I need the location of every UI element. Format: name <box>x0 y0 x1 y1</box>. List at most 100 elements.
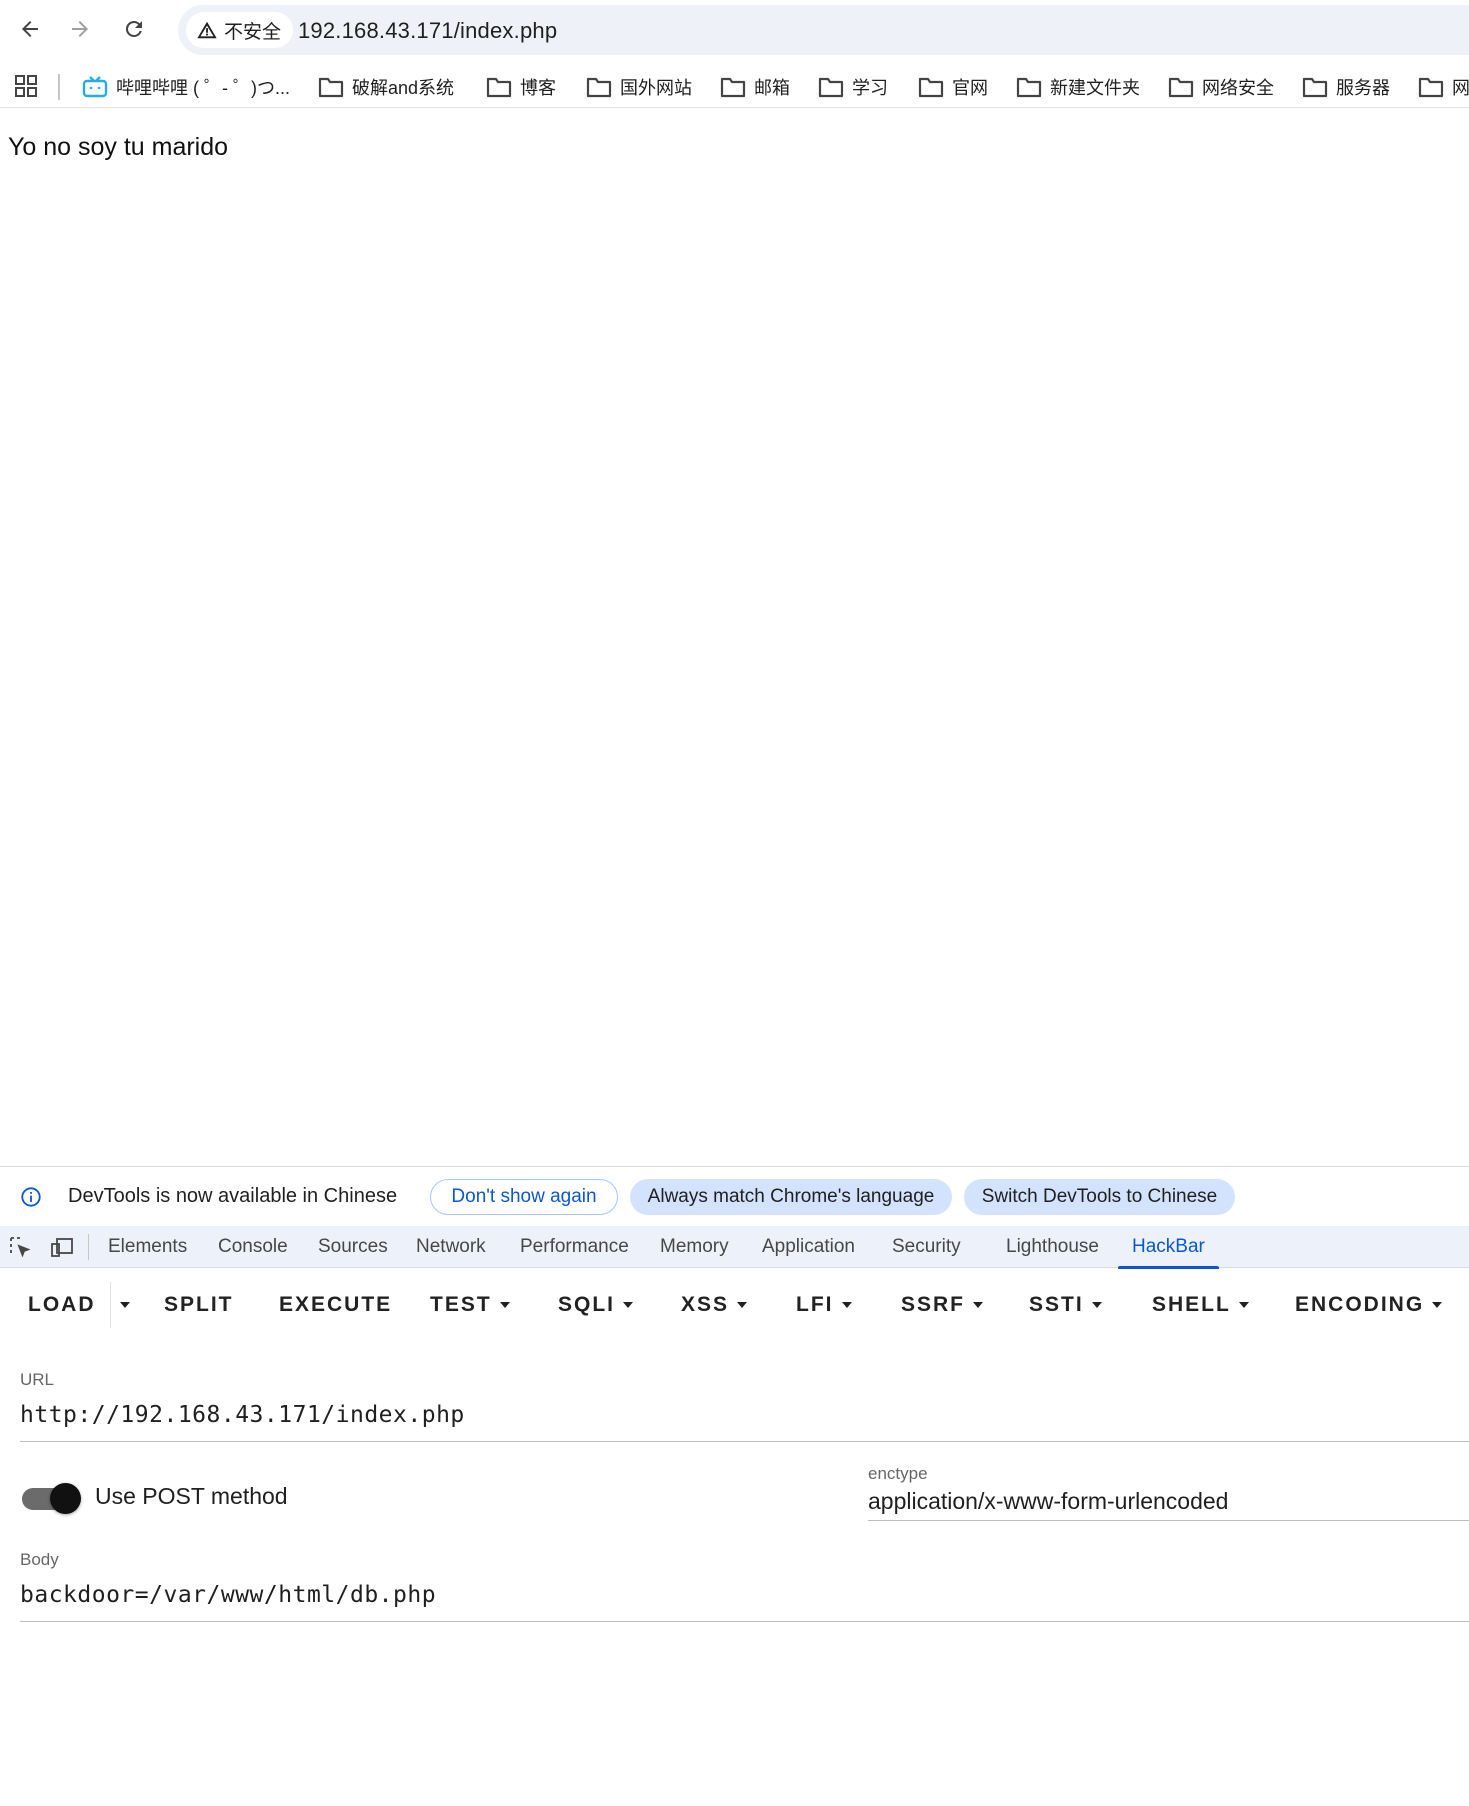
bookmark-label: 哔哩哔哩 ( ゜- ゜)つ... <box>116 78 290 98</box>
folder-icon <box>586 77 612 98</box>
execute-button[interactable]: EXECUTE <box>279 1290 392 1320</box>
device-toolbar-icon[interactable] <box>50 1235 74 1259</box>
load-button[interactable]: LOAD <box>28 1290 96 1320</box>
test-button-label: TEST <box>430 1293 492 1316</box>
caret-down-icon <box>1432 1302 1443 1308</box>
tab-lighthouse[interactable]: Lighthouse <box>1006 1226 1099 1268</box>
always-match-language-button[interactable]: Always match Chrome's language <box>630 1179 952 1215</box>
folder-icon <box>486 77 512 98</box>
folder-icon <box>1016 77 1042 98</box>
tab-console[interactable]: Console <box>218 1226 288 1268</box>
load-split-divider <box>110 1282 111 1328</box>
address-text[interactable]: 192.168.43.171/index.php <box>298 18 557 44</box>
ssrf-button-label: SSRF <box>901 1293 966 1316</box>
encoding-menu-button[interactable]: ENCODING <box>1295 1290 1443 1320</box>
sqli-menu-button[interactable]: SQLI <box>558 1290 634 1320</box>
folder-icon <box>1302 77 1328 98</box>
bookmark-label: 学习 <box>852 78 888 98</box>
switch-devtools-chinese-button[interactable]: Switch DevTools to Chinese <box>964 1179 1235 1215</box>
banner-message: DevTools is now available in Chinese <box>68 1185 398 1207</box>
bookmark-folder[interactable]: 国外网站 <box>586 72 692 102</box>
body-field-underline <box>20 1621 1469 1622</box>
bookmark-folder[interactable]: 学习 <box>818 72 888 102</box>
url-field-label: URL <box>20 1370 55 1389</box>
test-menu-button[interactable]: TEST <box>430 1290 510 1320</box>
bookmark-label: 博客 <box>520 78 556 98</box>
bookmark-label: 破解and系统 <box>352 78 455 98</box>
encoding-button-label: ENCODING <box>1295 1293 1425 1316</box>
shell-button-label: SHELL <box>1152 1293 1231 1316</box>
body-field-label: Body <box>20 1550 59 1569</box>
folder-icon <box>318 77 344 98</box>
url-field-underline <box>20 1441 1469 1442</box>
bookmark-folder[interactable]: 破解and系统 <box>318 72 454 102</box>
bookmark-folder[interactable]: 博客 <box>486 72 556 102</box>
tab-memory[interactable]: Memory <box>660 1226 729 1268</box>
security-chip-label: 不安全 <box>224 21 282 43</box>
sqli-button-label: SQLI <box>558 1293 616 1316</box>
bookmark-folder[interactable]: 官网 <box>918 72 988 102</box>
xss-menu-button[interactable]: XSS <box>681 1290 748 1320</box>
forward-button[interactable] <box>62 11 98 47</box>
use-post-toggle[interactable] <box>22 1483 81 1514</box>
bookmark-folder[interactable]: 网络安全 <box>1168 72 1274 102</box>
xss-button-label: XSS <box>681 1293 730 1316</box>
tab-hackbar[interactable]: HackBar <box>1118 1226 1219 1269</box>
bookmark-label: 网 <box>1452 78 1469 98</box>
devtools-language-banner: DevTools is now available in Chinese Don… <box>0 1166 1469 1226</box>
lfi-button-label: LFI <box>796 1293 834 1316</box>
shell-menu-button[interactable]: SHELL <box>1152 1290 1249 1320</box>
lfi-menu-button[interactable]: LFI <box>796 1290 852 1320</box>
bookmarks-separator <box>58 74 60 100</box>
folder-icon <box>918 77 944 98</box>
enctype-select[interactable]: application/x-www-form-urlencoded <box>868 1488 1228 1515</box>
tab-application[interactable]: Application <box>762 1226 855 1268</box>
use-post-label: Use POST method <box>95 1483 288 1509</box>
enctype-underline <box>868 1520 1469 1521</box>
bookmark-folder[interactable]: 网 <box>1418 72 1469 102</box>
apps-grid-icon[interactable] <box>14 74 38 98</box>
bookmarks-bar: 哔哩哔哩 ( ゜- ゜)つ... 破解and系统 博客 国外网站 邮箱 学习 官… <box>0 64 1469 108</box>
arrow-left-icon <box>22 21 38 37</box>
bookmark-label: 新建文件夹 <box>1050 78 1140 98</box>
url-field[interactable]: http://192.168.43.171/index.php <box>20 1402 465 1428</box>
bookmark-folder[interactable]: 新建文件夹 <box>1016 72 1140 102</box>
address-bar[interactable]: 不安全 192.168.43.171/index.php <box>178 5 1469 55</box>
security-chip[interactable]: 不安全 <box>186 12 294 48</box>
ssti-button-label: SSTI <box>1029 1293 1084 1316</box>
warning-icon <box>197 21 217 39</box>
bookmark-label: 服务器 <box>1336 78 1390 98</box>
page-body-text: Yo no soy tu marido <box>8 133 229 161</box>
load-dropdown-button[interactable] <box>120 1290 130 1320</box>
split-button[interactable]: SPLIT <box>164 1290 234 1320</box>
folder-icon <box>1418 77 1444 98</box>
folder-icon <box>1168 77 1194 98</box>
bookmark-bilibili[interactable]: 哔哩哔哩 ( ゜- ゜)つ... <box>82 72 290 102</box>
dont-show-again-button[interactable]: Don't show again <box>430 1179 618 1215</box>
devtools-tool-separator <box>88 1234 89 1260</box>
back-button[interactable] <box>12 11 48 47</box>
tab-elements[interactable]: Elements <box>108 1226 187 1268</box>
bookmark-label: 邮箱 <box>754 78 790 98</box>
bookmark-folder[interactable]: 邮箱 <box>720 72 790 102</box>
tab-security[interactable]: Security <box>892 1226 961 1268</box>
browser-toolbar: 不安全 192.168.43.171/index.php <box>0 0 1469 58</box>
reload-button[interactable] <box>116 11 152 47</box>
enctype-label: enctype <box>868 1464 928 1483</box>
caret-down-icon <box>1091 1302 1102 1308</box>
inspect-element-icon[interactable] <box>8 1235 32 1259</box>
caret-down-icon <box>737 1302 748 1308</box>
bookmark-label: 官网 <box>952 78 988 98</box>
devtools-tab-strip: Elements Console Sources Network Perform… <box>0 1226 1469 1269</box>
split-button-label: SPLIT <box>164 1293 234 1316</box>
tab-performance[interactable]: Performance <box>520 1226 629 1268</box>
bookmark-folder[interactable]: 服务器 <box>1302 72 1390 102</box>
ssrf-menu-button[interactable]: SSRF <box>901 1290 984 1320</box>
tab-network[interactable]: Network <box>416 1226 486 1268</box>
bilibili-tv-icon <box>82 76 108 98</box>
reload-icon <box>125 20 142 37</box>
tab-sources[interactable]: Sources <box>318 1226 388 1268</box>
body-field[interactable]: backdoor=/var/www/html/db.php <box>20 1582 436 1608</box>
ssti-menu-button[interactable]: SSTI <box>1029 1290 1102 1320</box>
caret-down-icon <box>499 1302 510 1308</box>
